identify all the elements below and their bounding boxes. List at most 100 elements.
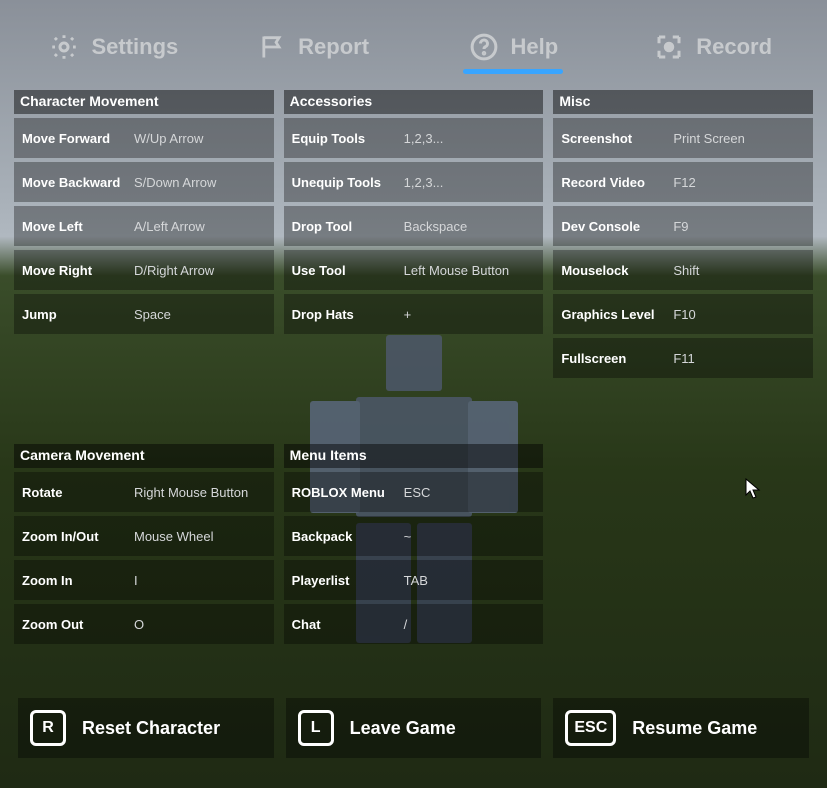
keybind-value: Shift bbox=[671, 263, 813, 278]
keybind-label: Zoom In bbox=[14, 573, 132, 588]
keybind-label: Screenshot bbox=[553, 131, 671, 146]
keybind-value: TAB bbox=[402, 573, 544, 588]
keybind-value: O bbox=[132, 617, 274, 632]
keybind-row: Use ToolLeft Mouse Button bbox=[284, 250, 544, 290]
tab-record[interactable]: Record bbox=[613, 18, 813, 80]
keybind-value: ESC bbox=[402, 485, 544, 500]
keybind-value: Print Screen bbox=[671, 131, 813, 146]
keybind-row: Dev ConsoleF9 bbox=[553, 206, 813, 246]
keybind-row: Record VideoF12 bbox=[553, 162, 813, 202]
keybind-label: Zoom Out bbox=[14, 617, 132, 632]
keybind-label: Equip Tools bbox=[284, 131, 402, 146]
section-header: Accessories bbox=[284, 90, 544, 114]
section-title: Character Movement bbox=[14, 91, 165, 113]
keybind-row: Drop ToolBackspace bbox=[284, 206, 544, 246]
record-icon bbox=[654, 32, 684, 62]
section-header: Character Movement bbox=[14, 90, 274, 114]
keybind-value: Space bbox=[132, 307, 274, 322]
keybind-row: Zoom InI bbox=[14, 560, 274, 600]
keybind-label: Backpack bbox=[284, 529, 402, 544]
section-title: Camera Movement bbox=[14, 445, 151, 467]
reset-character-button[interactable]: R Reset Character bbox=[18, 698, 274, 758]
keycap: L bbox=[298, 710, 334, 746]
keybind-row: Zoom In/OutMouse Wheel bbox=[14, 516, 274, 556]
keybind-value: / bbox=[402, 617, 544, 632]
keybind-label: Record Video bbox=[553, 175, 671, 190]
section-title: Accessories bbox=[284, 91, 379, 113]
keybind-row: RotateRight Mouse Button bbox=[14, 472, 274, 512]
tab-label: Record bbox=[696, 34, 772, 60]
keybind-label: Graphics Level bbox=[553, 307, 671, 322]
keybind-value: Right Mouse Button bbox=[132, 485, 274, 500]
section-character-movement: Character Movement Move ForwardW/Up Arro… bbox=[14, 90, 274, 378]
section-menu-items: Menu Items ROBLOX MenuESC Backpack~ Play… bbox=[284, 388, 544, 644]
question-icon bbox=[469, 32, 499, 62]
keybind-label: Use Tool bbox=[284, 263, 402, 278]
help-content: Character Movement Move ForwardW/Up Arro… bbox=[14, 90, 813, 644]
keybind-label: Playerlist bbox=[284, 573, 402, 588]
keybind-value: W/Up Arrow bbox=[132, 131, 274, 146]
button-label: Resume Game bbox=[632, 718, 757, 739]
leave-game-button[interactable]: L Leave Game bbox=[286, 698, 542, 758]
keybind-row: ROBLOX MenuESC bbox=[284, 472, 544, 512]
keybind-value: F9 bbox=[671, 219, 813, 234]
keybind-label: ROBLOX Menu bbox=[284, 485, 402, 500]
keybind-label: Jump bbox=[14, 307, 132, 322]
keycap: ESC bbox=[565, 710, 616, 746]
keybind-row: Drop Hats+ bbox=[284, 294, 544, 334]
keybind-value: I bbox=[132, 573, 274, 588]
footer-buttons: R Reset Character L Leave Game ESC Resum… bbox=[18, 698, 809, 758]
keybind-row: Unequip Tools1,2,3... bbox=[284, 162, 544, 202]
keybind-label: Mouselock bbox=[553, 263, 671, 278]
tab-report[interactable]: Report bbox=[214, 18, 414, 80]
keybind-row: Equip Tools1,2,3... bbox=[284, 118, 544, 158]
tab-label: Report bbox=[298, 34, 369, 60]
keybind-row: PlayerlistTAB bbox=[284, 560, 544, 600]
keybind-row: Move RightD/Right Arrow bbox=[14, 250, 274, 290]
keybind-row: Move BackwardS/Down Arrow bbox=[14, 162, 274, 202]
tab-settings[interactable]: Settings bbox=[14, 18, 214, 80]
button-label: Reset Character bbox=[82, 718, 220, 739]
tab-help[interactable]: Help bbox=[414, 18, 614, 80]
keybind-value: Backspace bbox=[402, 219, 544, 234]
tab-label: Settings bbox=[91, 34, 178, 60]
keybind-value: Mouse Wheel bbox=[132, 529, 274, 544]
keybind-value: + bbox=[402, 307, 544, 322]
section-misc: Misc ScreenshotPrint Screen Record Video… bbox=[553, 90, 813, 378]
keybind-row: ScreenshotPrint Screen bbox=[553, 118, 813, 158]
gear-icon bbox=[49, 32, 79, 62]
tab-label: Help bbox=[511, 34, 559, 60]
keybind-row: Move LeftA/Left Arrow bbox=[14, 206, 274, 246]
keycap: R bbox=[30, 710, 66, 746]
keybind-row: Graphics LevelF10 bbox=[553, 294, 813, 334]
resume-game-button[interactable]: ESC Resume Game bbox=[553, 698, 809, 758]
keybind-label: Move Left bbox=[14, 219, 132, 234]
keybind-value: 1,2,3... bbox=[402, 131, 544, 146]
section-camera-movement: Camera Movement RotateRight Mouse Button… bbox=[14, 388, 274, 644]
keybind-label: Dev Console bbox=[553, 219, 671, 234]
keybind-label: Unequip Tools bbox=[284, 175, 402, 190]
tab-bar: Settings Report Help Record bbox=[14, 18, 813, 80]
section-header: Menu Items bbox=[284, 444, 544, 468]
keybind-label: Fullscreen bbox=[553, 351, 671, 366]
keybind-row: Backpack~ bbox=[284, 516, 544, 556]
keybind-row: Move ForwardW/Up Arrow bbox=[14, 118, 274, 158]
keybind-value: F12 bbox=[671, 175, 813, 190]
keybind-label: Move Backward bbox=[14, 175, 132, 190]
section-accessories: Accessories Equip Tools1,2,3... Unequip … bbox=[284, 90, 544, 378]
keybind-label: Move Right bbox=[14, 263, 132, 278]
keybind-label: Rotate bbox=[14, 485, 132, 500]
keybind-label: Move Forward bbox=[14, 131, 132, 146]
flag-icon bbox=[258, 32, 286, 62]
keybind-label: Drop Hats bbox=[284, 307, 402, 322]
button-label: Leave Game bbox=[350, 718, 456, 739]
section-header: Camera Movement bbox=[14, 444, 274, 468]
keybind-value: F11 bbox=[671, 351, 813, 366]
keybind-row: Zoom OutO bbox=[14, 604, 274, 644]
keybind-row: MouselockShift bbox=[553, 250, 813, 290]
keybind-label: Zoom In/Out bbox=[14, 529, 132, 544]
keybind-row: FullscreenF11 bbox=[553, 338, 813, 378]
section-title: Misc bbox=[553, 91, 596, 113]
keybind-value: ~ bbox=[402, 529, 544, 544]
section-header: Misc bbox=[553, 90, 813, 114]
